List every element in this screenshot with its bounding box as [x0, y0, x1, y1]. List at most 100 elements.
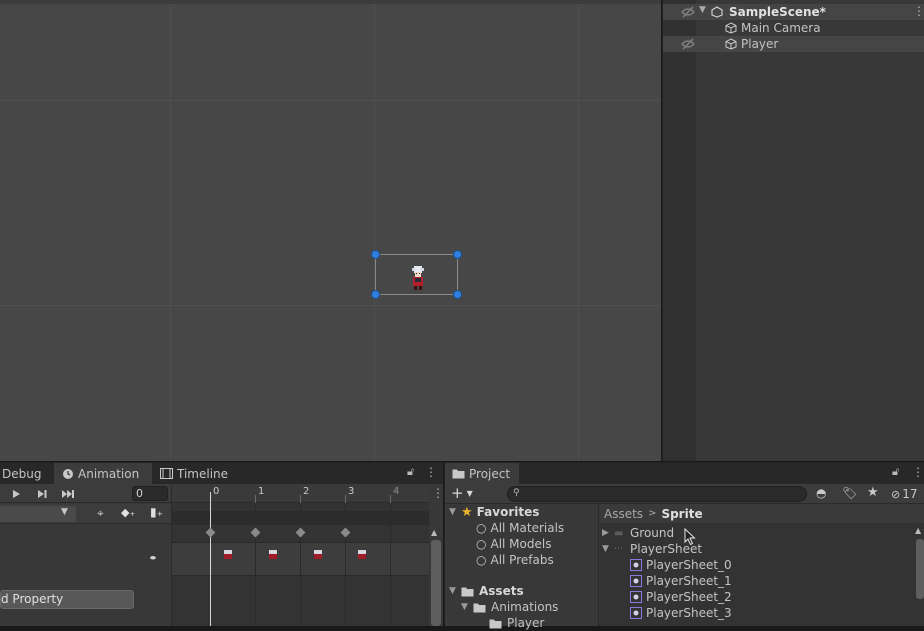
player-sprite[interactable]: [409, 264, 427, 292]
tree-item-animations[interactable]: ▼ Animations: [461, 599, 558, 615]
keyframe-diamond[interactable]: [205, 527, 216, 538]
film-strip-icon: [160, 468, 173, 479]
create-button[interactable]: + ▼: [451, 485, 481, 502]
tree-item-favorites[interactable]: ▼ ★ Favorites: [449, 504, 539, 520]
hierarchy-item-player[interactable]: Player: [663, 36, 924, 52]
search-icon: ○: [476, 553, 487, 567]
chevron-down-icon: ▼: [602, 544, 609, 554]
asset-row-sprite[interactable]: PlayerSheet_3: [630, 605, 732, 621]
play-button[interactable]: [6, 486, 26, 501]
grid-line: [578, 4, 579, 461]
resize-handle-top-left[interactable]: [371, 250, 380, 259]
sprite-icon: [630, 591, 642, 603]
hierarchy-item-label: Player: [741, 37, 779, 51]
tab-label: Timeline: [177, 466, 229, 481]
tab-timeline[interactable]: Timeline: [156, 463, 246, 484]
filter-by-type-icon[interactable]: ◓: [816, 486, 826, 500]
tree-item-assets[interactable]: ▼ Assets: [449, 583, 524, 599]
unity-scene-icon: [711, 6, 723, 18]
tab-label: Project: [469, 466, 511, 481]
vertical-scrollbar[interactable]: [916, 539, 924, 599]
chevron-down-icon[interactable]: ▼: [699, 5, 706, 15]
search-icon: ○: [476, 537, 487, 551]
tab-animation[interactable]: Animation: [54, 463, 152, 484]
star-icon: ★: [461, 504, 473, 520]
asset-row-sprite[interactable]: PlayerSheet_1: [630, 573, 732, 589]
tab-project[interactable]: Project: [445, 463, 519, 484]
hierarchy-scene-row[interactable]: ▼ SampleScene* ⋮: [663, 4, 924, 20]
keyframe-diamond[interactable]: [250, 527, 261, 538]
tab-debug[interactable]: Debug: [0, 463, 52, 484]
scene-view[interactable]: [0, 0, 661, 461]
keyframe-diamond[interactable]: [340, 527, 351, 538]
hidden-packages-toggle[interactable]: ⊘ 17: [891, 486, 924, 502]
resize-handle-top-right[interactable]: [453, 250, 462, 259]
grid-line: [374, 4, 375, 461]
tree-item-all-prefabs[interactable]: ○ All Prefabs: [476, 552, 554, 568]
breadcrumb-item[interactable]: Assets: [604, 507, 643, 521]
resize-handle-bottom-right[interactable]: [453, 290, 462, 299]
scroll-up-icon[interactable]: ▲: [431, 528, 437, 537]
asset-row-ground[interactable]: ▶ ▬ Ground: [602, 525, 674, 541]
kebab-menu-icon[interactable]: ⋮: [432, 486, 444, 500]
asset-row-sprite[interactable]: PlayerSheet_0: [630, 557, 732, 573]
chevron-down-icon: ▼: [466, 489, 473, 498]
next-frame-button[interactable]: [32, 486, 52, 501]
hierarchy-item-main-camera[interactable]: Main Camera: [663, 20, 924, 36]
sprite-keyframe[interactable]: [358, 550, 366, 560]
scene-toolbar-strip: [0, 0, 661, 4]
chevron-right-icon: >: [648, 508, 657, 519]
visibility-hidden-icon[interactable]: [681, 38, 695, 50]
property-list: ⬬ d Property: [0, 525, 171, 626]
ruler-tick: 0: [213, 486, 220, 497]
breadcrumb: Assets > Sprite: [600, 504, 924, 523]
add-event-icon[interactable]: ▮₊: [150, 505, 163, 519]
last-keyframe-button[interactable]: [58, 486, 78, 501]
dopesheet-scroll-column: ⋮ ▲: [429, 484, 444, 626]
project-tabbar: Project 🔓︎ ⋮: [445, 463, 924, 484]
ruler-tick: 1: [258, 486, 265, 497]
folder-open-icon: [473, 603, 486, 612]
hierarchy-panel: ▼ SampleScene* ⋮ Main Camera Player: [662, 0, 924, 461]
add-keyframe-icon[interactable]: ◆₊: [121, 506, 135, 519]
kebab-menu-icon[interactable]: ⋮: [425, 465, 437, 479]
playhead[interactable]: [210, 492, 211, 626]
sprite-keyframe[interactable]: [269, 550, 277, 560]
curve-toggle-icon[interactable]: ⬬: [150, 554, 156, 563]
scroll-up-icon[interactable]: ▲: [915, 526, 921, 535]
kebab-menu-icon[interactable]: ⋮: [912, 465, 924, 479]
breadcrumb-item[interactable]: Sprite: [661, 507, 702, 521]
favorites-star-icon[interactable]: ★: [867, 485, 879, 500]
clip-toolbar: ▼ ⌖ ◆₊ ▮₊: [0, 504, 171, 524]
keyframe-diamond[interactable]: [295, 527, 306, 538]
sprite-keyframe[interactable]: [224, 550, 232, 560]
asset-label: PlayerSheet_1: [646, 574, 732, 588]
kebab-menu-icon[interactable]: ⋮: [913, 4, 924, 18]
filter-by-label-icon[interactable]: 🏷︎: [842, 486, 857, 500]
tree-item-all-materials[interactable]: ○ All Materials: [476, 520, 564, 536]
sprite-keyframe[interactable]: [314, 550, 322, 560]
add-property-button[interactable]: d Property: [0, 590, 134, 609]
search-input[interactable]: [526, 487, 796, 501]
visibility-hidden-icon[interactable]: [681, 6, 695, 18]
ruler-mark: [345, 495, 346, 503]
vertical-scrollbar[interactable]: [431, 540, 441, 626]
tree-item-all-models[interactable]: ○ All Models: [476, 536, 551, 552]
lock-icon[interactable]: 🔓︎: [407, 465, 414, 479]
resize-handle-bottom-left[interactable]: [371, 290, 380, 299]
asset-row-sprite[interactable]: PlayerSheet_2: [630, 589, 732, 605]
tree-item-player[interactable]: Player: [489, 615, 544, 631]
search-field[interactable]: ⚲: [507, 486, 807, 502]
frame-field[interactable]: 0: [132, 486, 168, 501]
playback-toolbar: 0: [0, 484, 171, 503]
chevron-right-icon: ▶: [602, 528, 609, 538]
clip-dropdown[interactable]: ▼: [0, 506, 76, 522]
badge-count: 17: [902, 487, 918, 501]
dopesheet[interactable]: 0 1 2 3 4: [171, 484, 430, 626]
frame-gridline: [390, 503, 391, 626]
hierarchy-gutter: [663, 0, 696, 461]
frame-gridline: [255, 503, 256, 626]
grid-line: [170, 4, 171, 461]
lock-icon[interactable]: 🔓︎: [892, 465, 899, 479]
snap-target-icon[interactable]: ⌖: [97, 506, 104, 521]
